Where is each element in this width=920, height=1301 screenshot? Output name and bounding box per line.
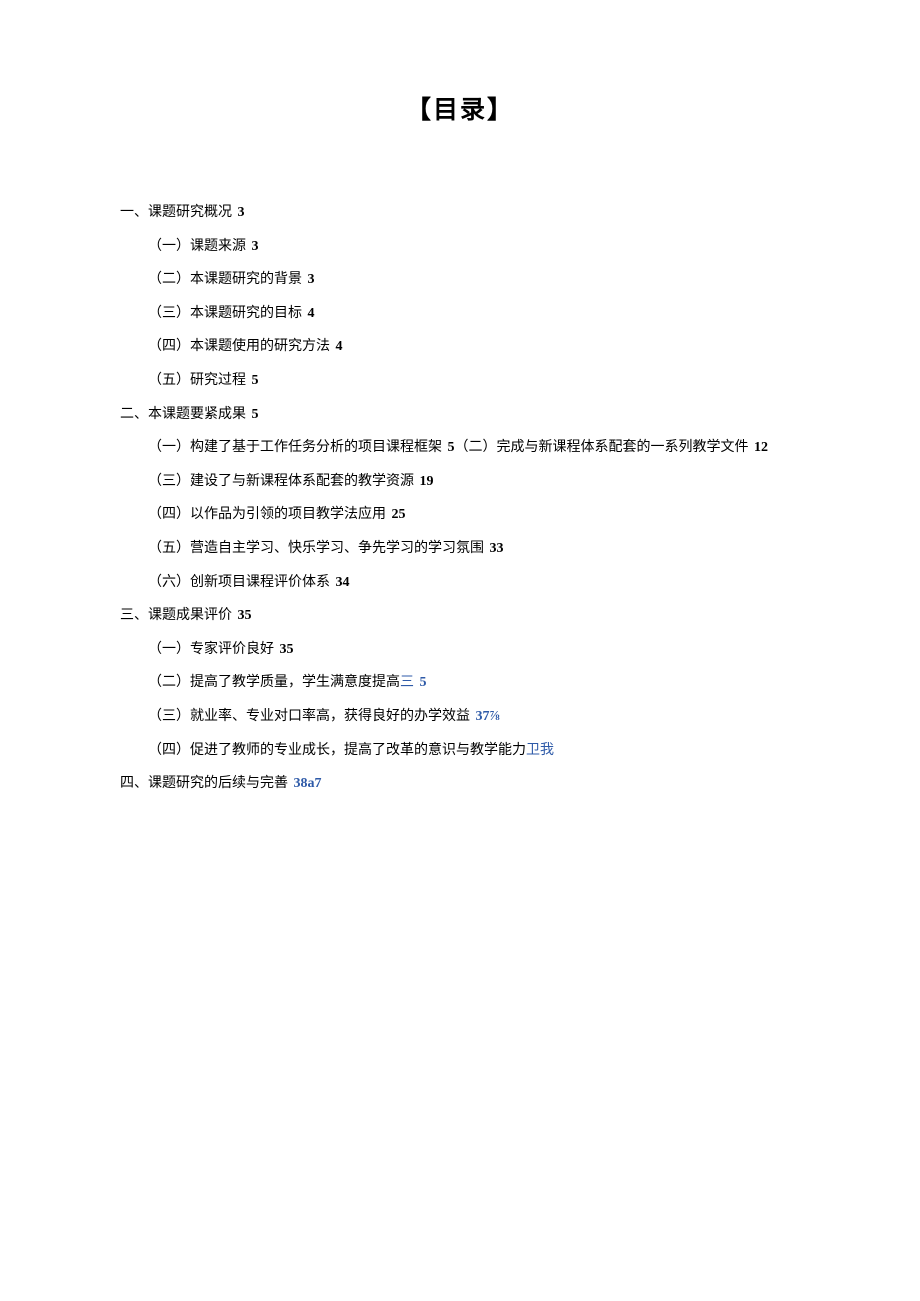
toc-entry: （六）创新项目课程评价体系 34 <box>120 566 800 600</box>
toc-page: 5 <box>448 440 455 455</box>
toc-text: （三）就业率、专业对口率高，获得良好的办学效益 <box>148 709 474 724</box>
table-of-contents: 一、课题研究概况 3 （一）课题来源 3 （二）本课题研究的背景 3 （三）本课… <box>120 196 800 801</box>
toc-page: 12 <box>754 440 768 455</box>
toc-blue-text: 卫我 <box>526 743 554 758</box>
toc-entry: （五）研究过程 5 <box>120 364 800 398</box>
toc-text: （六）创新项目课程评价体系 <box>148 575 334 590</box>
toc-page: 5 <box>420 675 427 690</box>
toc-text: （二）本课题研究的背景 <box>148 272 306 287</box>
toc-text: （一）课题来源 <box>148 239 250 254</box>
toc-entry: （四）以作品为引领的项目教学法应用 25 <box>120 498 800 532</box>
toc-page: 5 <box>252 373 259 388</box>
toc-entry: （一）课题来源 3 <box>120 230 800 264</box>
toc-page: 4 <box>308 306 315 321</box>
toc-page: 35 <box>238 608 252 623</box>
toc-entry: （四）促进了教师的专业成长，提高了改革的意识与教学能力卫我 <box>120 734 800 768</box>
toc-text: （四）促进了教师的专业成长，提高了改革的意识与教学能力 <box>148 743 526 758</box>
toc-text: （二）完成与新课程体系配套的一系列教学文件 <box>455 440 753 455</box>
toc-text: （四）以作品为引领的项目教学法应用 <box>148 507 390 522</box>
toc-entry: （二）本课题研究的背景 3 <box>120 263 800 297</box>
toc-entry: （三）就业率、专业对口率高，获得良好的办学效益 37⅞ <box>120 700 800 734</box>
page-title: 【目录】 <box>120 90 800 126</box>
toc-page: 38a7 <box>294 776 322 791</box>
toc-page: 3 <box>252 239 259 254</box>
toc-entry: （五）营造自主学习、快乐学习、争先学习的学习氛围 33 <box>120 532 800 566</box>
toc-entry: （一）构建了基于工作任务分析的项目课程框架 5（二）完成与新课程体系配套的一系列… <box>120 431 800 465</box>
toc-page: 34 <box>336 575 350 590</box>
toc-entry: （一）专家评价良好 35 <box>120 633 800 667</box>
toc-entry: （三）本课题研究的目标 4 <box>120 297 800 331</box>
toc-blue-text: 三 <box>400 675 418 690</box>
toc-text: （一）构建了基于工作任务分析的项目课程框架 <box>148 440 446 455</box>
toc-page: 35 <box>280 642 294 657</box>
toc-text: （五）营造自主学习、快乐学习、争先学习的学习氛围 <box>148 541 488 556</box>
toc-entry: 二、本课题要紧成果 5 <box>120 398 800 432</box>
toc-text: （四）本课题使用的研究方法 <box>148 339 334 354</box>
toc-page: 3 <box>308 272 315 287</box>
toc-text: 三、课题成果评价 <box>120 608 236 623</box>
toc-page: 5 <box>252 407 259 422</box>
toc-entry: （二）提高了教学质量，学生满意度提高三 5 <box>120 666 800 700</box>
toc-text: （三）本课题研究的目标 <box>148 306 306 321</box>
toc-text: 一、课题研究概况 <box>120 205 236 220</box>
toc-entry: （三）建设了与新课程体系配套的教学资源 19 <box>120 465 800 499</box>
toc-entry: （四）本课题使用的研究方法 4 <box>120 330 800 364</box>
toc-text: 二、本课题要紧成果 <box>120 407 250 422</box>
toc-text: （三）建设了与新课程体系配套的教学资源 <box>148 474 418 489</box>
toc-page: 37⅞ <box>476 709 501 724</box>
toc-text: （五）研究过程 <box>148 373 250 388</box>
toc-text: （二）提高了教学质量，学生满意度提高 <box>148 675 400 690</box>
toc-text: 四、课题研究的后续与完善 <box>120 776 292 791</box>
toc-page: 19 <box>420 474 434 489</box>
toc-page: 25 <box>392 507 406 522</box>
toc-page: 4 <box>336 339 343 354</box>
toc-page: 3 <box>238 205 245 220</box>
toc-entry: 四、课题研究的后续与完善 38a7 <box>120 767 800 801</box>
toc-text: （一）专家评价良好 <box>148 642 278 657</box>
toc-page: 33 <box>490 541 504 556</box>
toc-entry: 三、课题成果评价 35 <box>120 599 800 633</box>
toc-entry: 一、课题研究概况 3 <box>120 196 800 230</box>
